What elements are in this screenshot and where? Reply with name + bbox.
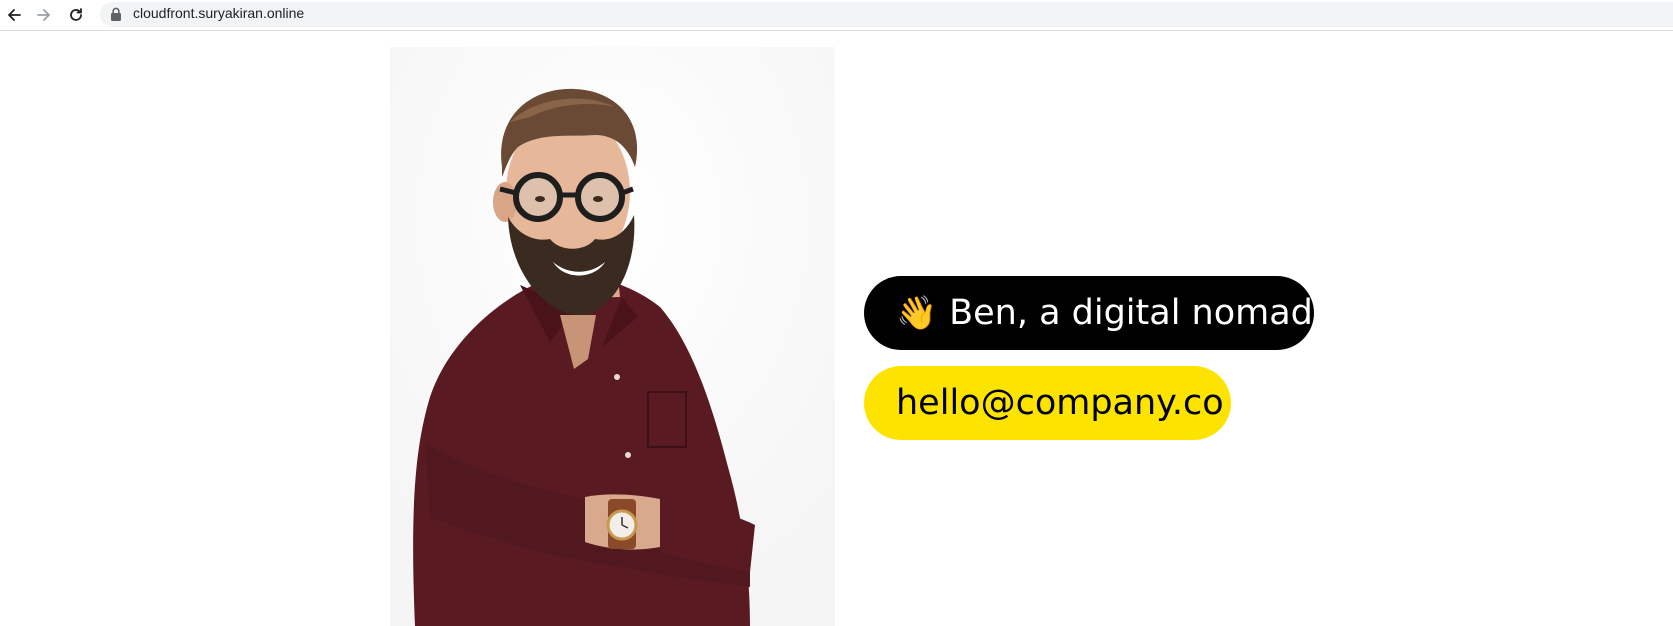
portrait-illustration — [390, 47, 835, 626]
email-badge[interactable]: hello@company.co — [864, 366, 1231, 440]
reload-icon — [70, 8, 82, 21]
back-button[interactable] — [2, 3, 26, 27]
browser-toolbar: cloudfront.suryakiran.online — [0, 0, 1673, 31]
arrow-right-icon — [37, 9, 50, 21]
intro-text: Ben, a digital nomad — [949, 293, 1313, 333]
arrow-left-icon — [8, 9, 21, 21]
reload-button[interactable] — [64, 3, 88, 27]
url-text[interactable]: cloudfront.suryakiran.online — [133, 4, 304, 22]
waving-hand-icon: 👋 — [896, 293, 938, 332]
forward-button[interactable] — [32, 3, 56, 27]
intro-badge: 👋 Ben, a digital nomad — [864, 276, 1314, 350]
email-text[interactable]: hello@company.co — [896, 383, 1224, 423]
lock-icon[interactable] — [110, 7, 122, 21]
page-content: 👋 Ben, a digital nomad hello@company.co — [0, 32, 1673, 626]
address-bar[interactable] — [100, 2, 1673, 27]
profile-photo — [390, 47, 835, 626]
